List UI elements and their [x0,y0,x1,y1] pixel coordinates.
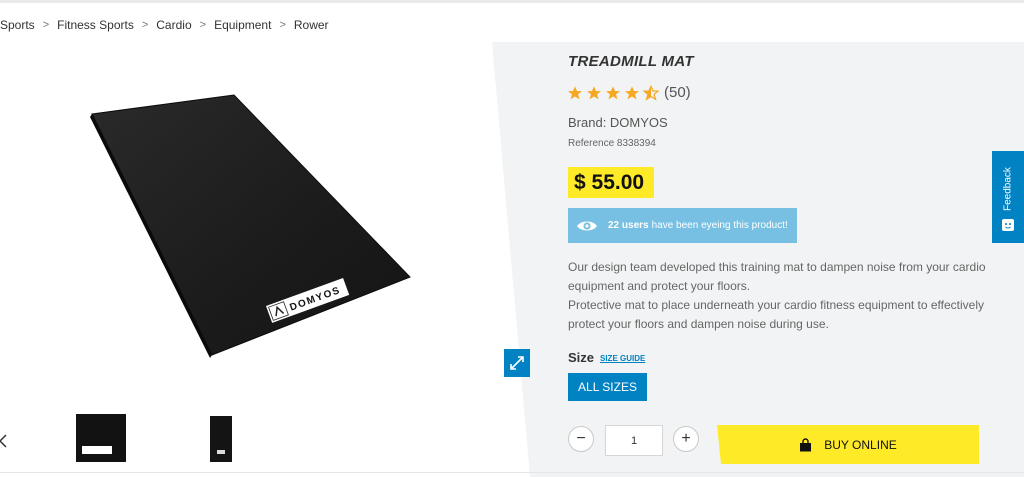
breadcrumb-separator: > [141,19,149,31]
product-brand: Brand: DOMYOS [568,115,668,130]
description-paragraph: Protective mat to place underneath your … [568,298,985,331]
breadcrumb-separator: > [199,19,207,31]
star-half-icon [643,84,659,101]
breadcrumb-item-fitness-sports[interactable]: Fitness Sports [57,18,134,32]
thumbnail-mat-front[interactable] [76,414,126,462]
size-guide-link[interactable]: SIZE GUIDE [600,354,645,363]
feedback-tab[interactable]: Feedback [992,151,1024,243]
shopping-bag-icon [799,437,812,452]
buy-online-button[interactable]: BUY ONLINE [717,425,979,464]
size-select-button[interactable]: ALL SIZES [568,373,647,401]
quantity-increase-button[interactable]: + [673,426,699,452]
breadcrumb-item-equipment[interactable]: Equipment [214,18,271,32]
thumbnail-mat-top[interactable] [210,416,232,462]
eye-icon [576,219,598,233]
star-icon [587,85,601,99]
star-icon [625,85,639,99]
star-icon [606,85,620,99]
breadcrumb-item-sports[interactable]: Sports [0,18,35,32]
zoom-button[interactable] [504,349,530,377]
star-icon [568,85,582,99]
product-title: TREADMILL MAT [568,53,694,70]
breadcrumb: Sports > Fitness Sports > Cardio > Equip… [0,16,329,34]
buy-online-label: BUY ONLINE [824,437,897,452]
size-label: Size [568,350,595,365]
quantity-input[interactable] [605,425,663,456]
bottom-divider [0,472,1024,473]
eyeing-banner: 22 users have been eyeing this product! [568,208,797,243]
product-reference: Reference 8338394 [568,138,656,149]
breadcrumb-item-cardio[interactable]: Cardio [156,18,191,32]
breadcrumb-item-rower[interactable]: Rower [294,18,329,32]
product-price: $ 55.00 [568,167,655,198]
description-paragraph: Our design team developed this training … [568,260,986,293]
breadcrumb-separator: > [42,19,50,31]
quantity-decrease-button[interactable]: − [568,426,594,452]
product-description: Our design team developed this training … [568,258,988,334]
thumbnail-logo [217,450,225,454]
eyeing-count: 22 users [608,220,649,231]
thumbnail-logo [82,446,112,454]
feedback-smile-icon [1002,219,1014,231]
thumbnail-prev-arrow-icon[interactable] [0,434,8,448]
product-rating[interactable]: (50) [567,84,691,101]
product-main-image[interactable]: DOMYOS [88,92,414,358]
feedback-label: Feedback [1002,167,1014,211]
eyeing-text: have been eyeing this product! [651,220,788,231]
top-divider [0,0,1024,3]
expand-icon [510,356,524,370]
rating-count[interactable]: (50) [664,84,691,101]
breadcrumb-separator: > [279,19,286,31]
